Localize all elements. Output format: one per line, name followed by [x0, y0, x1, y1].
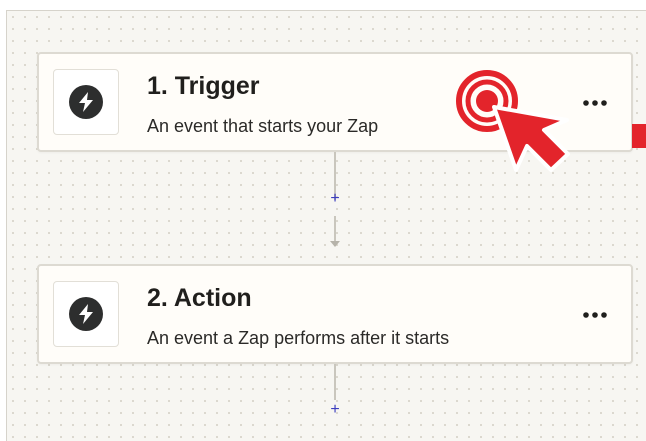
bolt-icon — [69, 85, 103, 119]
mouse-pointer-icon — [492, 105, 570, 172]
action-more-options-button[interactable] — [573, 302, 617, 328]
bolt-icon — [69, 297, 103, 331]
add-step-button[interactable]: + — [326, 401, 344, 419]
trigger-app-icon-box — [53, 69, 119, 135]
trigger-step-description: An event that starts your Zap — [147, 116, 379, 136]
action-step-title: 2. Action — [147, 284, 252, 312]
connector-arrow-icon — [330, 241, 340, 247]
action-app-icon-box — [53, 281, 119, 347]
more-options-icon — [583, 100, 607, 106]
click-cursor-overlay — [456, 70, 570, 172]
action-step-card[interactable]: 2. Action An event a Zap performs after … — [37, 264, 633, 364]
step-connector-line — [334, 364, 336, 400]
trigger-more-options-button[interactable] — [573, 90, 617, 116]
add-step-button[interactable]: + — [326, 190, 344, 208]
more-options-icon — [583, 312, 607, 318]
edge-marker — [632, 124, 646, 148]
action-step-description: An event a Zap performs after it starts — [147, 328, 450, 348]
trigger-step-title: 1. Trigger — [147, 72, 260, 100]
